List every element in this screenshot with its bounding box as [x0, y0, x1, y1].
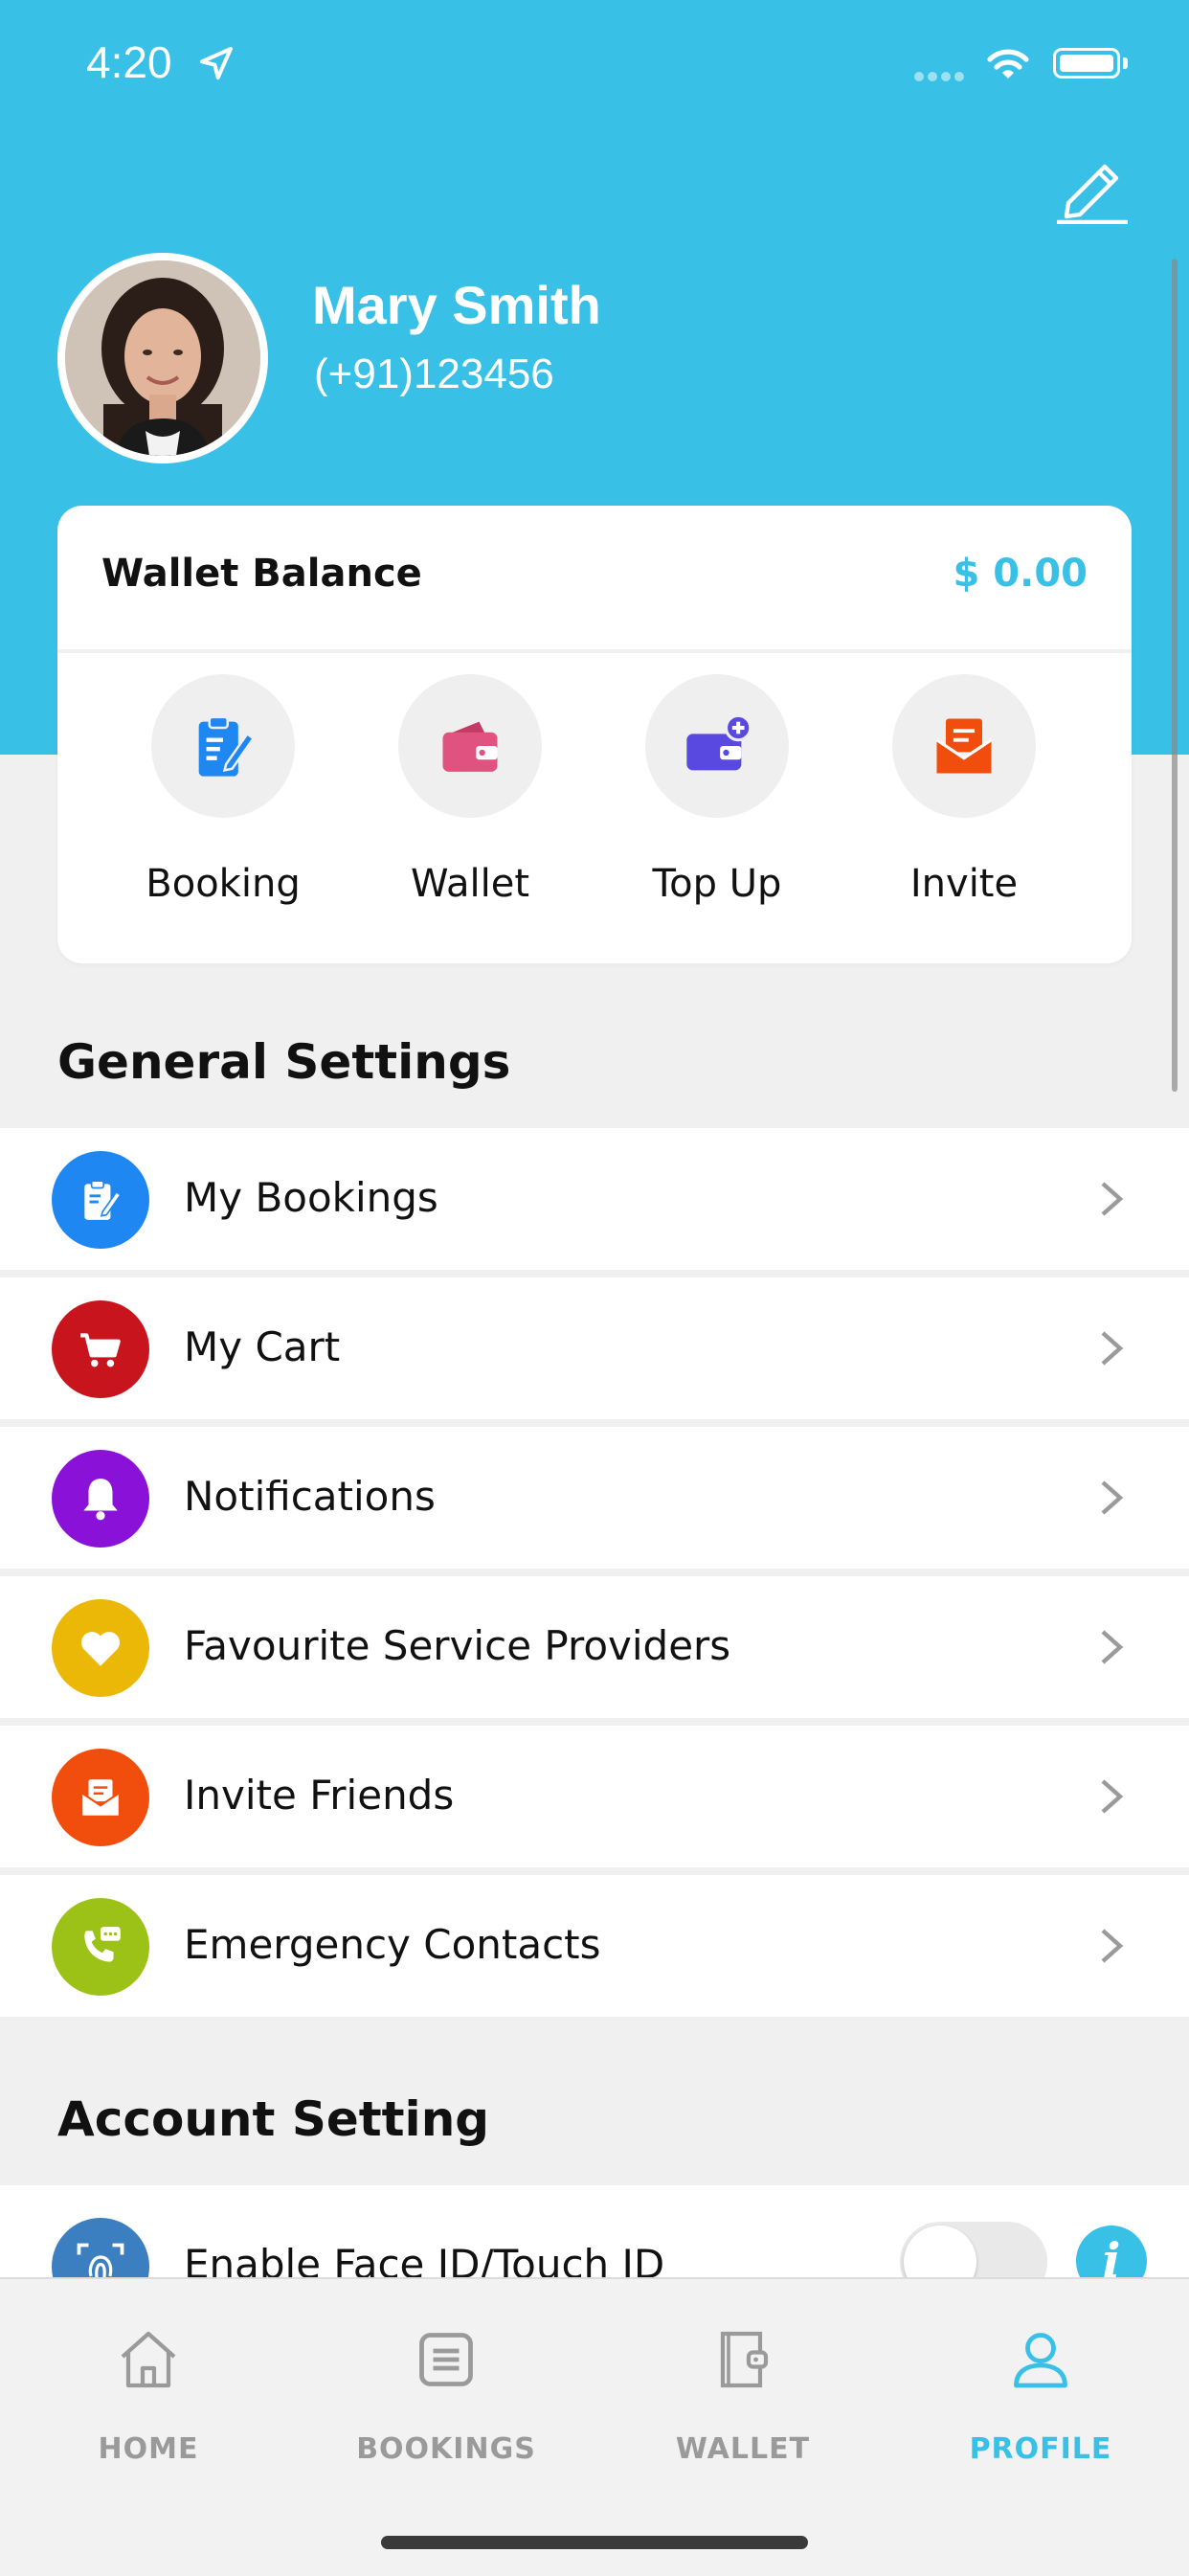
quick-action-booking[interactable]: Booking: [127, 674, 319, 906]
settings-row-label: Favourite Service Providers: [184, 1622, 731, 1669]
wallet-balance-amount: $ 0.00: [953, 552, 1088, 596]
list-icon: [419, 2333, 473, 2386]
account-setting-title: Account Setting: [57, 2091, 490, 2147]
settings-row-label: My Cart: [184, 1323, 341, 1370]
cart-icon: [52, 1300, 149, 1398]
home-icon: [121, 2331, 176, 2388]
booking-clipboard-icon: [52, 1151, 149, 1249]
settings-row-favourite-providers[interactable]: Favourite Service Providers: [0, 1576, 1189, 1718]
general-settings-title: General Settings: [57, 1034, 511, 1090]
avatar[interactable]: [57, 253, 268, 463]
wallet-add-icon: [686, 713, 752, 771]
invite-envelope-icon: [52, 1749, 149, 1846]
settings-row-my-bookings[interactable]: My Bookings: [0, 1128, 1189, 1270]
quick-action-invite[interactable]: Invite: [868, 674, 1060, 906]
wifi-icon: [987, 49, 1029, 79]
chevron-right-icon: [1101, 1630, 1124, 1664]
quick-action-label: Wallet: [410, 862, 530, 906]
settings-row-label: My Bookings: [184, 1174, 438, 1221]
chevron-right-icon: [1101, 1480, 1124, 1515]
divider: [57, 649, 1132, 653]
wallet-icon: [442, 721, 498, 772]
phone-chat-icon: [52, 1898, 149, 1996]
quick-action-label: Invite: [909, 862, 1019, 906]
tab-home[interactable]: HOME: [24, 2325, 273, 2466]
tab-bookings[interactable]: BOOKINGS: [322, 2325, 571, 2466]
settings-row-my-cart[interactable]: My Cart: [0, 1277, 1189, 1419]
quick-action-label: Top Up: [652, 862, 782, 906]
home-indicator[interactable]: [381, 2536, 808, 2549]
profile-name: Mary Smith: [312, 275, 601, 335]
tab-label: HOME: [98, 2432, 199, 2466]
profile-photo: [65, 260, 260, 456]
cellular-signal-icon: [914, 67, 968, 85]
battery-cap: [1123, 57, 1128, 69]
location-arrow-icon: [200, 47, 233, 79]
quick-action-top-up[interactable]: Top Up: [621, 674, 813, 906]
settings-row-invite-friends[interactable]: Invite Friends: [0, 1726, 1189, 1867]
heart-icon: [52, 1599, 149, 1697]
settings-row-emergency-contacts[interactable]: Emergency Contacts: [0, 1875, 1189, 2017]
tab-profile[interactable]: PROFILE: [916, 2325, 1165, 2466]
quick-action-wallet[interactable]: Wallet: [374, 674, 566, 906]
tab-label: PROFILE: [969, 2432, 1112, 2466]
edit-profile-pencil-icon[interactable]: [1053, 153, 1130, 224]
scroll-indicator[interactable]: [1172, 259, 1178, 1092]
invite-envelope-icon: [935, 718, 993, 774]
bell-icon: [52, 1450, 149, 1548]
wallet-balance-title: Wallet Balance: [101, 552, 422, 596]
tab-wallet[interactable]: WALLET: [618, 2325, 867, 2466]
chevron-right-icon: [1101, 1929, 1124, 1963]
wallet-card: Wallet Balance $ 0.00 Booking Wallet Top…: [57, 506, 1132, 963]
user-icon: [1014, 2333, 1067, 2388]
settings-row-notifications[interactable]: Notifications: [0, 1427, 1189, 1569]
battery-icon: [1053, 48, 1120, 79]
tab-label: BOOKINGS: [356, 2432, 536, 2466]
quick-action-label: Booking: [146, 862, 301, 906]
tab-label: WALLET: [675, 2432, 811, 2466]
general-settings-list: My Bookings My Cart Notifications Favour…: [0, 1128, 1189, 2024]
chevron-right-icon: [1101, 1182, 1124, 1216]
booking-clipboard-icon: [198, 715, 256, 777]
settings-row-label: Emergency Contacts: [184, 1921, 601, 1968]
chevron-right-icon: [1101, 1779, 1124, 1814]
settings-row-label: Invite Friends: [184, 1772, 455, 1819]
chevron-right-icon: [1101, 1331, 1124, 1366]
status-time: 4:20: [86, 37, 172, 87]
wallet-icon: [720, 2331, 769, 2388]
settings-row-label: Notifications: [184, 1473, 436, 1520]
bottom-tab-bar: HOME BOOKINGS WALLET PROFILE: [0, 2277, 1189, 2576]
profile-phone: (+91)123456: [314, 350, 554, 397]
